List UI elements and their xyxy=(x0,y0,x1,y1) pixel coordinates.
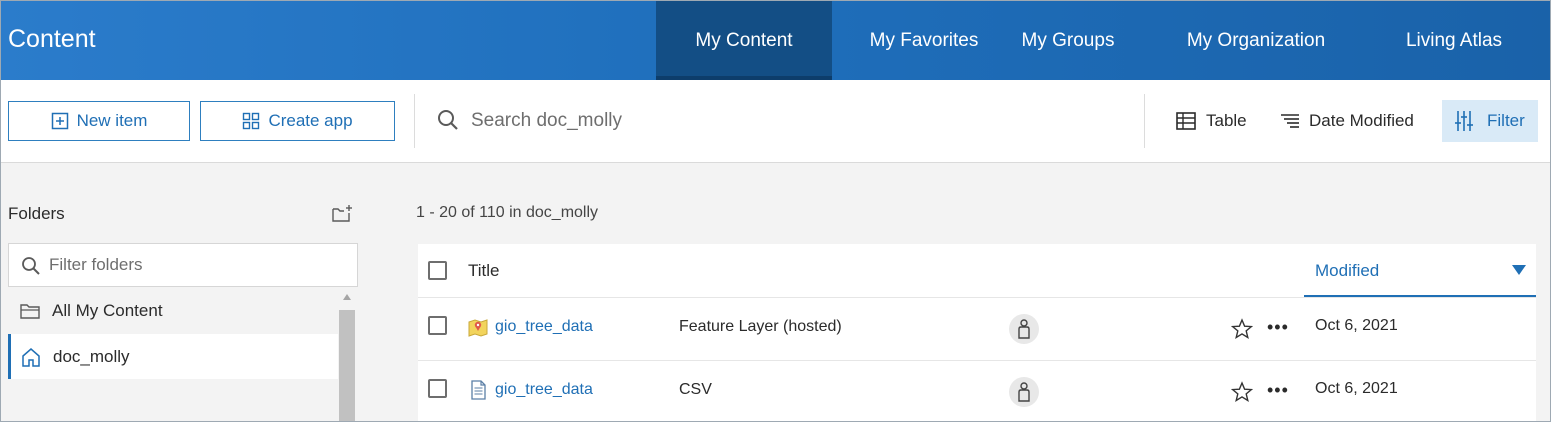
toolbar-divider xyxy=(1144,94,1145,148)
more-options-icon[interactable]: ••• xyxy=(1267,381,1289,399)
folder-item-all-my-content[interactable]: All My Content xyxy=(8,288,338,333)
share-status-icon[interactable] xyxy=(1009,314,1039,344)
table-row[interactable]: gio_tree_data CSV ••• Oct 6, 2021 xyxy=(418,360,1536,421)
folder-label: doc_molly xyxy=(53,346,130,366)
tab-my-groups[interactable]: My Groups xyxy=(1004,1,1132,80)
filter-button[interactable]: Filter xyxy=(1442,100,1538,142)
tab-my-content[interactable]: My Content xyxy=(656,1,832,80)
sort-button[interactable]: Date Modified xyxy=(1281,100,1414,142)
create-app-label: Create app xyxy=(268,111,353,130)
sort-label: Date Modified xyxy=(1309,111,1414,130)
filter-sliders-icon xyxy=(1455,111,1473,131)
tab-my-favorites[interactable]: My Favorites xyxy=(852,1,996,80)
table-view-button[interactable]: Table xyxy=(1176,100,1247,142)
select-all-checkbox[interactable] xyxy=(428,261,447,280)
filter-folders-box xyxy=(8,243,358,287)
column-header-modified[interactable]: Modified xyxy=(1304,244,1536,297)
new-item-button[interactable]: New item xyxy=(8,101,190,141)
share-status-icon[interactable] xyxy=(1009,377,1039,407)
folder-icon xyxy=(20,303,40,319)
scroll-up-arrow-icon[interactable] xyxy=(343,294,351,300)
filter-folders-input[interactable] xyxy=(49,244,349,286)
row-checkbox[interactable] xyxy=(428,379,447,398)
new-folder-icon[interactable] xyxy=(332,205,354,223)
tab-my-organization[interactable]: My Organization xyxy=(1161,1,1351,80)
person-icon xyxy=(1018,319,1030,339)
folders-heading: Folders xyxy=(8,204,65,223)
new-item-label: New item xyxy=(76,111,148,130)
content-toolbar: New item Create app Table xyxy=(1,80,1550,163)
item-modified-date: Oct 6, 2021 xyxy=(1315,317,1398,334)
toolbar-divider xyxy=(414,94,415,148)
column-header-title[interactable]: Title xyxy=(468,261,500,281)
row-checkbox[interactable] xyxy=(428,316,447,335)
search-icon xyxy=(438,110,458,130)
csv-file-icon xyxy=(471,380,486,400)
page-title: Content xyxy=(8,25,96,53)
tab-living-atlas[interactable]: Living Atlas xyxy=(1386,1,1522,80)
favorite-star-icon[interactable] xyxy=(1231,318,1253,340)
item-title-link[interactable]: gio_tree_data xyxy=(495,318,593,336)
app-frame: Content My Content My Favorites My Group… xyxy=(0,0,1551,422)
person-icon xyxy=(1018,382,1030,402)
create-app-button[interactable]: Create app xyxy=(200,101,395,141)
favorite-star-icon[interactable] xyxy=(1231,381,1253,403)
more-options-icon[interactable]: ••• xyxy=(1267,318,1289,336)
result-count: 1 - 20 of 110 in doc_molly xyxy=(416,204,599,221)
sort-descending-icon xyxy=(1512,265,1526,275)
content-table: Title Modified gio_tree_data Feature Lay… xyxy=(418,244,1536,421)
sort-lines-icon xyxy=(1281,114,1299,128)
scrollbar-thumb[interactable] xyxy=(339,310,355,421)
item-type: Feature Layer (hosted) xyxy=(679,318,842,335)
filter-label: Filter xyxy=(1487,111,1525,130)
top-header: Content My Content My Favorites My Group… xyxy=(1,1,1550,80)
folder-item-doc-molly[interactable]: doc_molly xyxy=(8,334,338,379)
folder-scrollbar[interactable] xyxy=(338,290,356,421)
search-icon xyxy=(22,257,40,275)
search-input[interactable] xyxy=(471,101,1131,141)
feature-layer-icon xyxy=(468,319,488,337)
item-type: CSV xyxy=(679,381,712,398)
item-modified-date: Oct 6, 2021 xyxy=(1315,380,1398,397)
folder-list: All My Content doc_molly xyxy=(8,288,358,421)
app-grid-icon xyxy=(243,112,260,130)
plus-square-icon xyxy=(51,112,68,130)
folder-label: All My Content xyxy=(52,300,163,320)
table-view-label: Table xyxy=(1206,111,1247,130)
home-icon xyxy=(22,347,40,367)
column-header-modified-label: Modified xyxy=(1315,261,1380,280)
table-icon xyxy=(1176,112,1196,130)
table-row[interactable]: gio_tree_data Feature Layer (hosted) •••… xyxy=(418,297,1536,360)
item-title-link[interactable]: gio_tree_data xyxy=(495,381,593,399)
